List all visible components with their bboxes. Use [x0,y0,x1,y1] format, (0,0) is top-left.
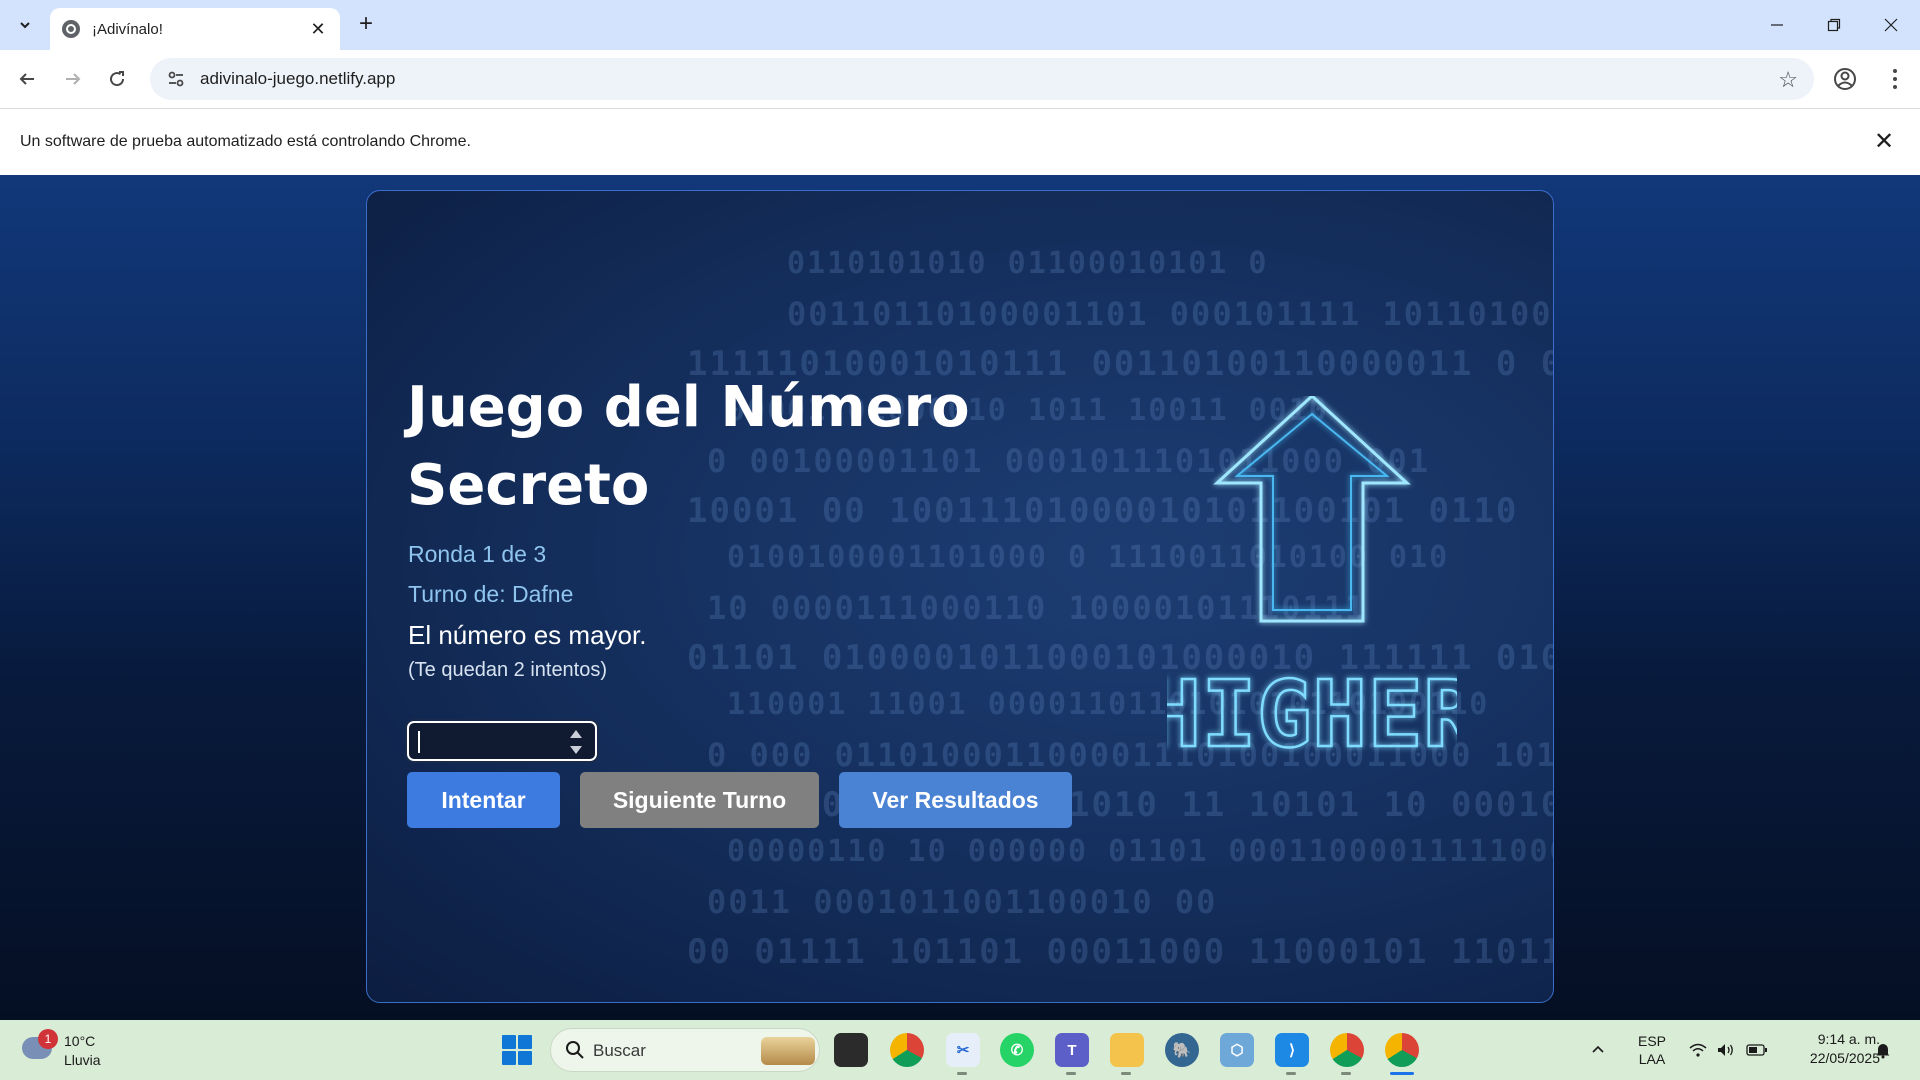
binary-row: 00 01111 101101 00011000 11000101 11011 [687,932,1554,972]
tray-overflow-icon[interactable] [1590,1020,1606,1080]
chrome-profile-icon[interactable] [1330,1033,1364,1067]
battery-icon[interactable] [1746,1020,1768,1080]
teams-icon[interactable]: T [1055,1033,1089,1067]
windows-taskbar: 1 10°C Lluvia Buscar ✂ ✆ T 🐘 ⬡ ⟩ ESP LAA… [0,1020,1920,1080]
more-menu-icon[interactable] [1880,64,1910,94]
binary-row: 0011 0001011001100010 00 [707,883,1218,921]
notification-bell-icon[interactable] [1874,1020,1892,1080]
round-indicator: Ronda 1 de 3 [408,541,547,567]
binary-row: 0110101010 01100010101 0 [787,246,1269,281]
whatsapp-icon[interactable]: ✆ [1000,1033,1034,1067]
arrow-left-icon [19,73,34,85]
game-card: 0110101010 01100010101 0 0011011010000110… [366,190,1554,1003]
wifi-icon[interactable] [1688,1020,1708,1080]
tab-close-icon[interactable]: ✕ [308,19,328,40]
system-clock[interactable]: 9:14 a. m. 22/05/2025 [1780,1030,1880,1068]
reload-icon [110,71,125,87]
running-indicator [1286,1072,1296,1075]
running-indicator [1066,1072,1076,1075]
taskbar-search[interactable]: Buscar [550,1028,820,1072]
tab-strip: ¡Adivínalo! ✕ + [0,0,1920,50]
vscode-icon[interactable]: ⟩ [1275,1033,1309,1067]
volume-icon[interactable] [1716,1020,1736,1080]
minimize-button[interactable] [1757,10,1797,40]
task-view-icon[interactable] [834,1033,868,1067]
infobar-message: Un software de prueba automatizado está … [20,133,471,150]
close-icon [1884,18,1898,32]
bookmark-star-icon[interactable]: ☆ [1778,67,1798,93]
address-bar[interactable]: adivinalo-juego.netlify.app ☆ [150,58,1814,100]
search-icon [566,1041,584,1059]
site-settings-icon[interactable] [156,58,196,100]
guess-number-input[interactable] [407,721,597,761]
snipping-tool-icon[interactable]: ✂ [946,1033,980,1067]
chevron-down-icon [20,22,30,29]
spinner-up-icon[interactable] [570,730,582,738]
reload-button[interactable] [100,62,134,96]
clock-time: 9:14 a. m. [1817,1031,1880,1047]
active-tab[interactable]: ¡Adivínalo! ✕ [50,8,340,50]
globe-icon [62,20,80,38]
language-primary: ESP [1637,1033,1666,1049]
binary-row: 00110110100001101 000101111 10110100001 [787,295,1554,333]
next-turn-button[interactable]: Siguiente Turno [580,772,819,828]
feedback-message: El número es mayor. [408,620,647,650]
infobar-close-icon[interactable]: ✕ [1874,127,1894,156]
clock-date: 22/05/2025 [1809,1050,1880,1066]
spinner-down-icon[interactable] [570,746,582,754]
postgres-icon[interactable]: 🐘 [1165,1033,1199,1067]
box-icon[interactable]: ⬡ [1220,1033,1254,1067]
new-tab-button[interactable]: + [352,11,380,39]
tab-title: ¡Adivínalo! [92,20,163,38]
running-indicator [1341,1072,1351,1075]
language-secondary: LAA [1638,1051,1666,1067]
search-label: Buscar [593,1041,646,1060]
weather-temperature: 10°C [64,1033,96,1049]
weather-condition: Lluvia [64,1052,101,1068]
minimize-icon [1771,24,1783,26]
higher-arrow-image: HIGHER [1145,393,1480,796]
page-background: 0110101010 01100010101 0 0011011010000110… [0,175,1920,1020]
binary-row: 00000110 10 000000 01101 000110000111110… [727,834,1554,869]
folder-icon[interactable] [1110,1033,1144,1067]
turn-indicator: Turno de: Dafne [408,581,574,607]
forward-button[interactable] [56,62,90,96]
attempts-remaining: (Te quedan 2 intentos) [408,659,608,681]
automation-infobar: Un software de prueba automatizado está … [0,108,1920,175]
back-button[interactable] [10,62,44,96]
game-title: Juego del Número Secreto [407,375,970,518]
language-indicator[interactable]: ESP LAA [1632,1032,1672,1068]
running-indicator [957,1072,967,1075]
text-caret [418,731,420,753]
search-highlight-image [761,1037,815,1065]
weather-widget[interactable]: 1 10°C Lluvia [20,1029,150,1071]
restore-button[interactable] [1814,10,1854,40]
view-results-button[interactable]: Ver Resultados [839,772,1072,828]
chrome-icon[interactable] [890,1033,924,1067]
weather-badge: 1 [38,1029,58,1049]
browser-toolbar: adivinalo-juego.netlify.app ☆ [0,50,1920,108]
arrow-right-icon [66,73,81,85]
higher-label: HIGHER [1167,661,1457,768]
chrome-active-icon[interactable] [1385,1033,1419,1067]
running-indicator [1121,1072,1131,1075]
tab-search-button[interactable] [8,9,42,41]
profile-icon[interactable] [1830,64,1860,94]
try-button[interactable]: Intentar [407,772,560,828]
close-window-button[interactable] [1871,10,1911,40]
url-text: adivinalo-juego.netlify.app [200,69,396,88]
restore-icon [1827,18,1841,32]
number-spinner[interactable] [569,728,583,756]
start-button[interactable] [502,1035,532,1065]
active-app-indicator [1390,1072,1414,1075]
